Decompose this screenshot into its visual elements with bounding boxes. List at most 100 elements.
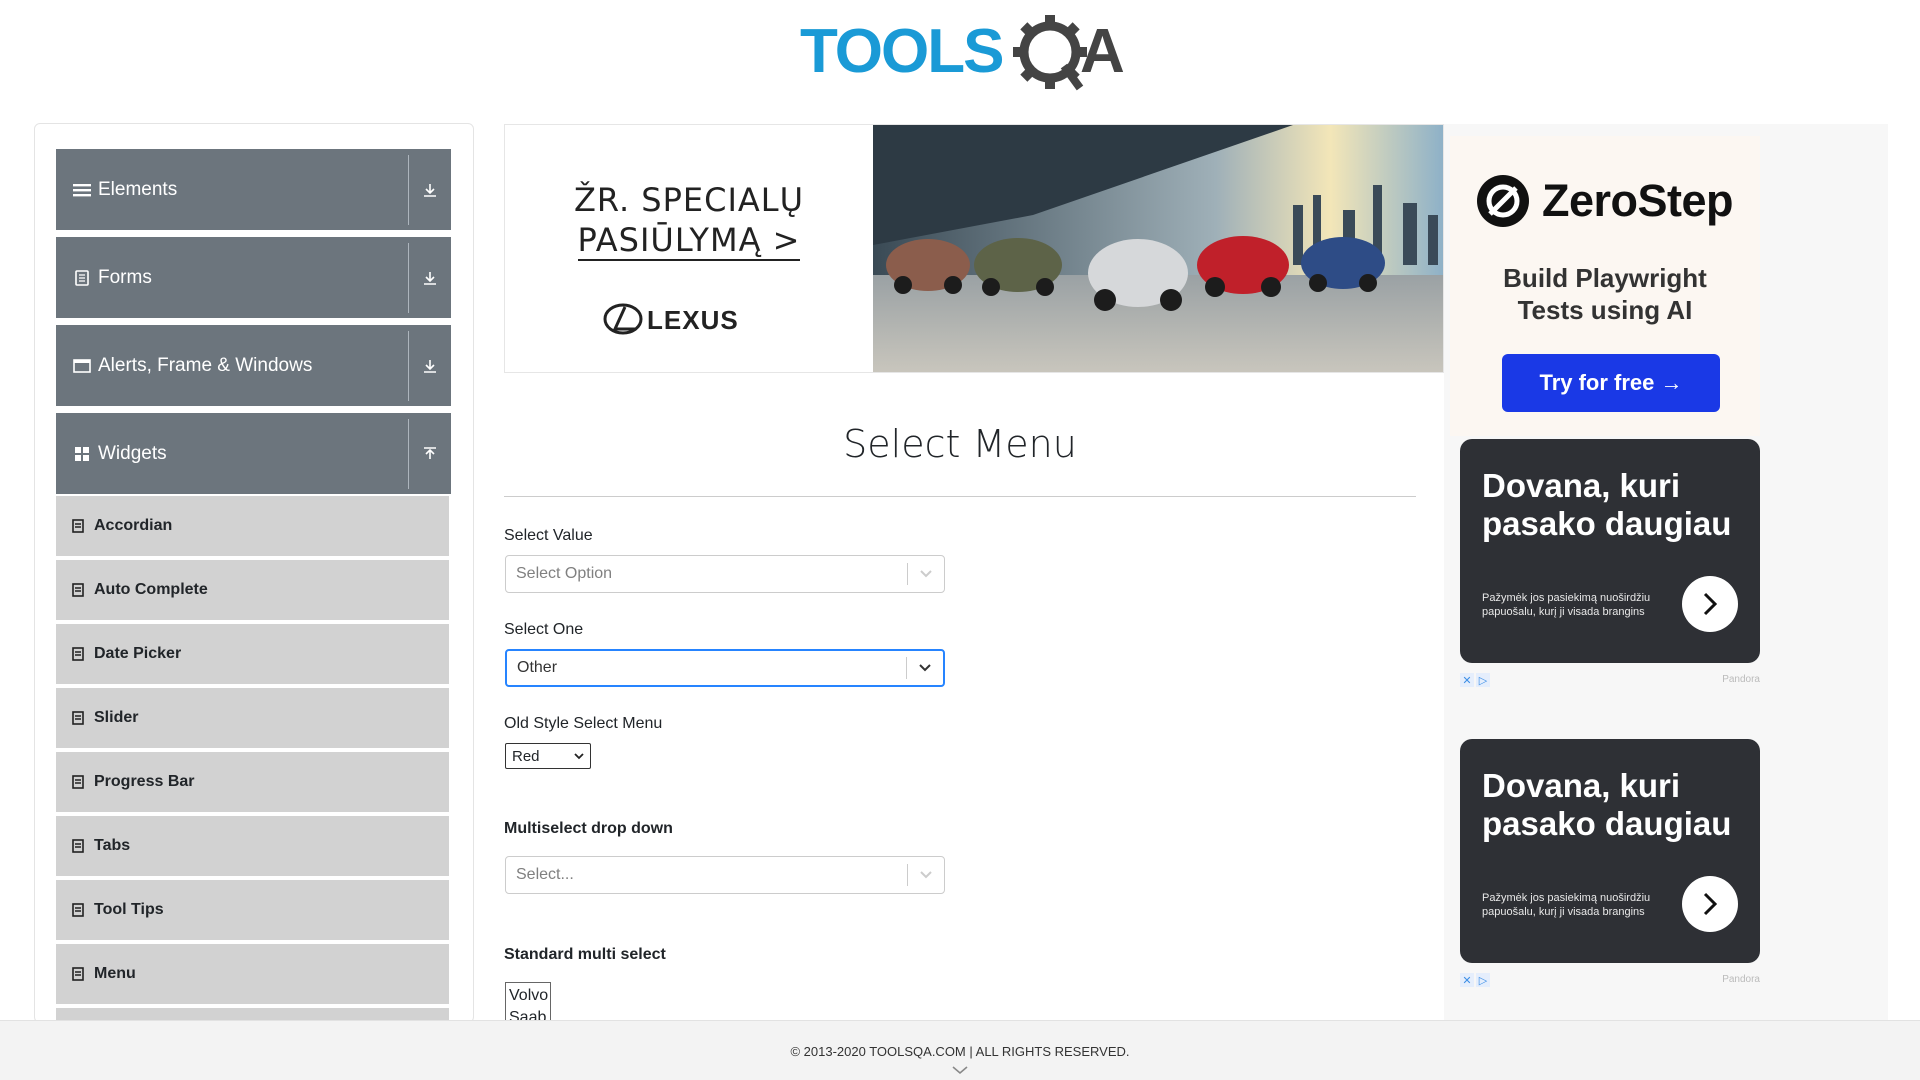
group-label: Elements bbox=[98, 178, 178, 200]
chevron-right-icon[interactable] bbox=[1682, 576, 1738, 632]
chevron-down-icon[interactable] bbox=[907, 663, 943, 673]
sidebar-item-accordian[interactable]: Accordian bbox=[56, 494, 449, 556]
adchoices-icon[interactable]: ✕ ▷ bbox=[1460, 673, 1490, 687]
sidebar-item-label: Accordian bbox=[94, 517, 173, 534]
chevron-down-icon[interactable] bbox=[908, 870, 944, 880]
multiselect-placeholder: Select... bbox=[516, 866, 574, 883]
list-icon bbox=[72, 966, 86, 982]
chevron-down-icon[interactable] bbox=[908, 569, 944, 579]
pandora-ad[interactable]: Dovana, kuri pasako daugiau Pažymėk jos … bbox=[1460, 739, 1760, 963]
lexus-banner-ad[interactable]: ŽR. SPECIALŲ PASIŪLYMĄ > LEXUS bbox=[504, 124, 1444, 373]
cars-photo bbox=[873, 125, 1443, 372]
sidebar-item-label: Auto Complete bbox=[94, 581, 208, 598]
ad-headline-2: pasako daugiau bbox=[1482, 505, 1732, 542]
sidebar-item-label: Menu bbox=[94, 965, 136, 982]
ad-brand: Pandora bbox=[1722, 974, 1760, 985]
hamburger-icon bbox=[72, 180, 92, 200]
group-label: Alerts, Frame & Windows bbox=[98, 354, 313, 376]
list-icon bbox=[72, 902, 86, 918]
group-label: Forms bbox=[98, 266, 152, 288]
ad-meta: ✕ ▷ Pandora bbox=[1460, 673, 1760, 689]
select-value-label: Select Value bbox=[504, 527, 593, 544]
select-one-label: Select One bbox=[504, 621, 584, 638]
sidebar-item-label: Progress Bar bbox=[94, 773, 195, 790]
pandora-ad[interactable]: Dovana, kuri pasako daugiau Pažymėk jos … bbox=[1460, 439, 1760, 663]
ad-headline-2: pasako daugiau bbox=[1482, 805, 1732, 842]
gear-magnifier-icon bbox=[1013, 15, 1087, 91]
select-one-dropdown[interactable]: Other bbox=[505, 649, 945, 687]
group-label: Widgets bbox=[98, 442, 167, 464]
zerostep-logo: ZeroStep bbox=[1476, 174, 1734, 228]
list-icon bbox=[72, 518, 86, 534]
old-style-select-value: Red bbox=[512, 747, 540, 765]
left-panel: Elements Forms Alerts, Frame & Windows W… bbox=[34, 123, 474, 1023]
svg-text:A: A bbox=[1080, 17, 1125, 86]
ad-subtext: Pažymėk jos pasiekimą nuoširdžiu papuoša… bbox=[1482, 892, 1651, 918]
select-value-placeholder: Select Option bbox=[516, 565, 613, 582]
sidebar-item-menu[interactable]: Menu bbox=[56, 942, 449, 1004]
ad-meta: ✕ ▷ Pandora bbox=[1460, 973, 1760, 989]
ad-headline: Dovana, kuri pasako daugiau bbox=[1482, 467, 1731, 543]
lexus-wordmark: LEXUS bbox=[647, 305, 739, 335]
group-alerts-frame-windows[interactable]: Alerts, Frame & Windows bbox=[56, 325, 451, 406]
banner-cta[interactable]: ŽR. SPECIALŲ PASIŪLYMĄ > bbox=[505, 180, 873, 261]
multiselect-dropdown[interactable]: Select... bbox=[505, 856, 945, 894]
select-value-dropdown[interactable]: Select Option bbox=[505, 555, 945, 593]
try-for-free-button[interactable]: Try for free → bbox=[1502, 354, 1720, 412]
sidebar-item-progress-bar[interactable]: Progress Bar bbox=[56, 750, 449, 812]
sidebar-item-label: Tabs bbox=[94, 837, 131, 854]
list-icon bbox=[72, 582, 86, 598]
ad-subtext: Pažymėk jos pasiekimą nuoširdžiu papuoša… bbox=[1482, 592, 1651, 618]
zerostep-ad[interactable]: ZeroStep Build Playwright Tests using AI… bbox=[1450, 136, 1760, 436]
list-icon bbox=[72, 646, 86, 662]
list-item[interactable]: Volvo bbox=[509, 985, 548, 1007]
upload-icon[interactable] bbox=[409, 446, 451, 462]
page-title: Select Menu bbox=[843, 422, 1077, 466]
banner-cta-line1: ŽR. SPECIALŲ bbox=[573, 181, 805, 219]
sidebar-item-date-picker[interactable]: Date Picker bbox=[56, 622, 449, 684]
chevron-right-icon[interactable] bbox=[1682, 876, 1738, 932]
zerostep-tagline: Build Playwright Tests using AI bbox=[1450, 262, 1760, 326]
divider bbox=[504, 496, 1416, 497]
ad-brand: Pandora bbox=[1722, 674, 1760, 685]
sidebar-item-tabs[interactable]: Tabs bbox=[56, 814, 449, 876]
download-icon[interactable] bbox=[409, 358, 451, 374]
zerostep-tagline-1: Build Playwright bbox=[1503, 263, 1707, 293]
multiselect-label: Multiselect drop down bbox=[504, 820, 673, 837]
sidebar-item-tool-tips[interactable]: Tool Tips bbox=[56, 878, 449, 940]
window-icon bbox=[72, 356, 92, 376]
group-elements[interactable]: Elements bbox=[56, 149, 451, 230]
group-forms[interactable]: Forms bbox=[56, 237, 451, 318]
list-icon bbox=[72, 710, 86, 726]
banner-text-area: ŽR. SPECIALŲ PASIŪLYMĄ > LEXUS bbox=[505, 125, 873, 372]
document-icon bbox=[72, 268, 92, 288]
group-widgets[interactable]: Widgets bbox=[56, 413, 451, 494]
standard-multi-select-label: Standard multi select bbox=[504, 946, 666, 963]
list-icon bbox=[72, 838, 86, 854]
old-style-select[interactable]: Red bbox=[505, 743, 591, 769]
footer: © 2013-2020 TOOLSQA.COM | ALL RIGHTS RES… bbox=[0, 1020, 1920, 1080]
adchoices-icon[interactable]: ✕ ▷ bbox=[1460, 973, 1490, 987]
sidebar-item-label: Date Picker bbox=[94, 645, 182, 662]
sidebar-item-slider[interactable]: Slider bbox=[56, 686, 449, 748]
sidebar-item-label: Tool Tips bbox=[94, 901, 164, 918]
zerostep-tagline-2: Tests using AI bbox=[1517, 295, 1693, 325]
download-icon[interactable] bbox=[409, 182, 451, 198]
ad-headline: Dovana, kuri pasako daugiau bbox=[1482, 767, 1731, 843]
grid-icon bbox=[72, 444, 92, 464]
sidebar-item-auto-complete[interactable]: Auto Complete bbox=[56, 558, 449, 620]
copyright-text: © 2013-2020 TOOLSQA.COM | ALL RIGHTS RES… bbox=[790, 1044, 1130, 1059]
select-one-value: Other bbox=[517, 659, 558, 676]
svg-text:TOOLS: TOOLS bbox=[800, 17, 1002, 86]
lexus-logo: LEXUS bbox=[603, 303, 739, 335]
download-icon[interactable] bbox=[409, 270, 451, 286]
toolsqa-logo[interactable]: TOOLS A bbox=[800, 10, 1130, 92]
ad-headline-1: Dovana, kuri bbox=[1482, 467, 1681, 504]
chevron-down-icon[interactable] bbox=[951, 1065, 969, 1075]
header: TOOLS A bbox=[0, 0, 1920, 110]
zerostep-name: ZeroStep bbox=[1542, 175, 1734, 226]
list-icon bbox=[72, 774, 86, 790]
ad-headline-1: Dovana, kuri bbox=[1482, 767, 1681, 804]
zerostep-icon bbox=[1477, 175, 1529, 227]
chevron-down-icon bbox=[574, 753, 584, 760]
